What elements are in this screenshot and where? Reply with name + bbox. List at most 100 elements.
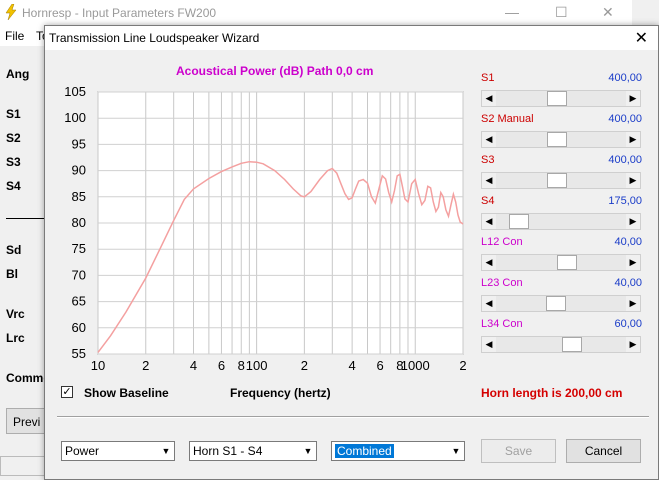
status-bar <box>0 456 46 476</box>
horn-length-text: Horn length is 200,00 cm <box>481 386 623 400</box>
divider <box>6 218 46 219</box>
scroll-left-icon[interactable]: ◀ <box>482 91 496 106</box>
y-tick-label: 85 <box>72 189 86 204</box>
x-tick-label: 10 <box>91 358 105 373</box>
x-tick-label: 8 <box>238 358 245 373</box>
y-tick-label: 55 <box>72 346 86 361</box>
slider-value: 40,00 <box>614 277 642 289</box>
x-tick-label: 4 <box>349 358 356 373</box>
close-icon[interactable]: ✕ <box>635 28 648 48</box>
slider-label: S1 <box>481 72 495 84</box>
cancel-button[interactable]: Cancel <box>566 439 641 463</box>
show-baseline-checkbox[interactable]: ✓ <box>61 386 73 398</box>
slider-label: S2 Manual <box>481 113 534 125</box>
output-select[interactable]: Power ▼ <box>61 441 175 461</box>
x-axis-label: Frequency (hertz) <box>230 386 331 400</box>
label-lrc: Lrc <box>6 331 25 345</box>
slider-scrollbar[interactable]: ◀ ▶ <box>481 295 641 312</box>
show-baseline-label: Show Baseline <box>84 386 169 400</box>
section-select[interactable]: Horn S1 - S4 ▼ <box>189 441 317 461</box>
slider-scrollbar[interactable]: ◀ ▶ <box>481 90 641 107</box>
label-ang: Ang <box>6 67 30 81</box>
power-chart: 55606570758085909510010510 2 4 6 8 100 2 4 6 8100… <box>64 84 466 373</box>
y-tick-label: 95 <box>72 136 86 151</box>
slider-label: L23 Con <box>481 277 523 289</box>
slider-label: S4 <box>481 195 495 207</box>
close-main-button[interactable]: ✕ <box>602 4 614 21</box>
mode-select[interactable]: Combined ▼ <box>331 441 465 461</box>
chevron-down-icon: ▼ <box>451 446 461 456</box>
scroll-right-icon[interactable]: ▶ <box>626 255 640 270</box>
scroll-right-icon[interactable]: ▶ <box>626 214 640 229</box>
dialog-title: Transmission Line Loudspeaker Wizard <box>49 31 260 45</box>
label-s4: S4 <box>6 179 21 193</box>
slider-scrollbar[interactable]: ◀ ▶ <box>481 254 641 271</box>
slider-scrollbar[interactable]: ◀ ▶ <box>481 172 641 189</box>
label-s2: S2 <box>6 131 21 145</box>
x-tick-label: 2 <box>459 358 466 373</box>
maximize-button[interactable]: ☐ <box>555 4 568 21</box>
scroll-left-icon[interactable]: ◀ <box>482 173 496 188</box>
slider-thumb[interactable] <box>562 337 582 352</box>
output-select-value: Power <box>65 444 100 458</box>
slider-value: 400,00 <box>608 72 642 84</box>
y-tick-label: 90 <box>72 163 86 178</box>
y-tick-label: 70 <box>72 267 86 282</box>
slider-value: 175,00 <box>608 195 642 207</box>
x-tick-label: 2 <box>142 358 149 373</box>
slider-scrollbar[interactable]: ◀ ▶ <box>481 131 641 148</box>
slider-thumb[interactable] <box>546 91 567 106</box>
slider-scrollbar[interactable]: ◀ ▶ <box>481 336 641 353</box>
slider-value: 40,00 <box>614 236 642 248</box>
slider-value: 400,00 <box>608 113 642 125</box>
scroll-right-icon[interactable]: ▶ <box>626 296 640 311</box>
label-bl: Bl <box>6 267 18 281</box>
slider-scrollbar[interactable]: ◀ ▶ <box>481 213 641 230</box>
slider-thumb[interactable] <box>509 214 530 229</box>
scroll-left-icon[interactable]: ◀ <box>482 214 496 229</box>
x-tick-label: 6 <box>376 358 383 373</box>
y-tick-label: 105 <box>64 84 86 99</box>
wizard-dialog: Transmission Line Loudspeaker Wizard ✕ 5… <box>44 25 659 480</box>
dialog-title-bar: Transmission Line Loudspeaker Wizard ✕ <box>45 26 658 50</box>
lightning-icon <box>5 4 17 20</box>
chevron-down-icon: ▼ <box>303 446 313 456</box>
label-sd: Sd <box>6 243 22 257</box>
x-tick-label: 1000 <box>401 358 430 373</box>
y-tick-label: 100 <box>64 110 86 125</box>
scroll-left-icon[interactable]: ◀ <box>482 296 496 311</box>
slider-label: S3 <box>481 154 495 166</box>
scroll-left-icon[interactable]: ◀ <box>482 337 496 352</box>
y-tick-label: 65 <box>72 294 86 309</box>
scroll-left-icon[interactable]: ◀ <box>482 255 496 270</box>
y-tick-label: 75 <box>72 241 86 256</box>
minimize-button[interactable]: — <box>505 4 519 20</box>
scroll-right-icon[interactable]: ▶ <box>626 173 640 188</box>
main-title-bar: Hornresp - Input Parameters FW200 — ☐ ✕ <box>0 0 632 26</box>
scroll-right-icon[interactable]: ▶ <box>626 337 640 352</box>
x-tick-label: 2 <box>301 358 308 373</box>
slider-label: L12 Con <box>481 236 523 248</box>
scroll-left-icon[interactable]: ◀ <box>482 132 496 147</box>
slider-value: 60,00 <box>614 318 642 330</box>
chevron-down-icon: ▼ <box>161 446 171 456</box>
scroll-right-icon[interactable]: ▶ <box>626 132 640 147</box>
slider-value: 400,00 <box>608 154 642 166</box>
scroll-right-icon[interactable]: ▶ <box>626 91 640 106</box>
label-vrc: Vrc <box>6 307 25 321</box>
slider-thumb[interactable] <box>545 296 566 311</box>
y-tick-label: 60 <box>72 320 86 335</box>
slider-thumb[interactable] <box>556 255 577 270</box>
slider-thumb[interactable] <box>546 132 567 147</box>
x-tick-label: 6 <box>218 358 225 373</box>
slider-thumb[interactable] <box>546 173 567 188</box>
label-s3: S3 <box>6 155 21 169</box>
save-button[interactable]: Save <box>481 439 556 463</box>
slider-label: L34 Con <box>481 318 523 330</box>
menu-file[interactable]: File <box>5 29 24 43</box>
mode-select-value: Combined <box>335 444 394 458</box>
separator <box>57 416 649 418</box>
main-window-title: Hornresp - Input Parameters FW200 <box>22 6 217 20</box>
chart-title: Acoustical Power (dB) Path 0,0 cm <box>176 64 374 78</box>
x-tick-label: 4 <box>190 358 197 373</box>
